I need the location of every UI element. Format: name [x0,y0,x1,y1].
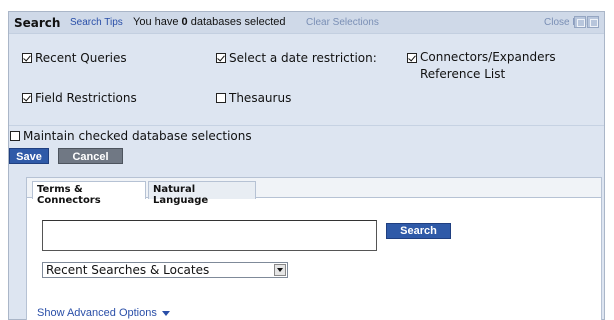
search-header-bar: Search Search Tips You have 0 databases … [9,12,604,34]
recent-queries-checkbox[interactable] [22,53,32,63]
option-thesaurus[interactable]: Thesaurus [216,91,291,105]
field-restrictions-label: Field Restrictions [35,91,137,105]
maintain-checkbox[interactable] [10,131,20,141]
advanced-options-label: Show Advanced Options [37,307,157,319]
connectors-label-line2: Reference List [420,67,506,81]
search-panel: Search Search Tips You have 0 databases … [8,11,605,320]
select-value: Recent Searches & Locates [46,263,210,277]
maximize-icon[interactable] [574,16,586,28]
save-button[interactable]: Save [9,148,49,164]
connectors-label: Connectors/Expanders Reference List [420,49,556,83]
panel-title: Search [14,16,61,30]
db-prefix: You have [133,16,179,28]
field-restrictions-checkbox[interactable] [22,93,32,103]
search-tabs: Terms & Connectors Natural Language [27,178,601,206]
option-field-restrictions[interactable]: Field Restrictions [22,91,137,105]
search-form: Terms & Connectors Natural Language Sear… [26,177,602,320]
maintain-label: Maintain checked database selections [23,129,252,143]
close-icon[interactable] [587,16,599,28]
search-button[interactable]: Search [386,223,451,239]
show-advanced-options-link[interactable]: Show Advanced Options [37,307,170,319]
option-date-restriction[interactable]: Select a date restriction: [216,51,377,65]
connectors-checkbox[interactable] [407,53,417,63]
tab-terms-connectors[interactable]: Terms & Connectors [32,181,146,206]
date-restriction-checkbox[interactable] [216,53,226,63]
caret-down-icon [161,310,170,316]
cancel-button[interactable]: Cancel [58,148,123,164]
chevron-down-icon[interactable] [274,264,286,276]
recent-searches-select[interactable]: Recent Searches & Locates [42,262,288,278]
option-recent-queries[interactable]: Recent Queries [22,51,127,65]
database-count-text: You have 0 databases selected [133,16,286,28]
clear-selections-link[interactable]: Clear Selections [306,17,379,28]
option-maintain-selections[interactable]: Maintain checked database selections [10,129,252,143]
db-count: 0 [181,16,188,28]
connectors-label-line1: Connectors/Expanders [420,50,556,64]
divider [9,125,604,126]
db-suffix: databases selected [190,16,286,28]
option-connectors-expanders[interactable]: Connectors/Expanders Reference List [407,49,556,83]
search-tips-link[interactable]: Search Tips [70,17,123,28]
recent-queries-label: Recent Queries [35,51,127,65]
date-restriction-label: Select a date restriction: [229,51,377,65]
thesaurus-checkbox[interactable] [216,93,226,103]
thesaurus-label: Thesaurus [229,91,292,105]
tab-natural-language[interactable]: Natural Language [148,181,256,206]
search-query-input[interactable] [42,220,377,251]
